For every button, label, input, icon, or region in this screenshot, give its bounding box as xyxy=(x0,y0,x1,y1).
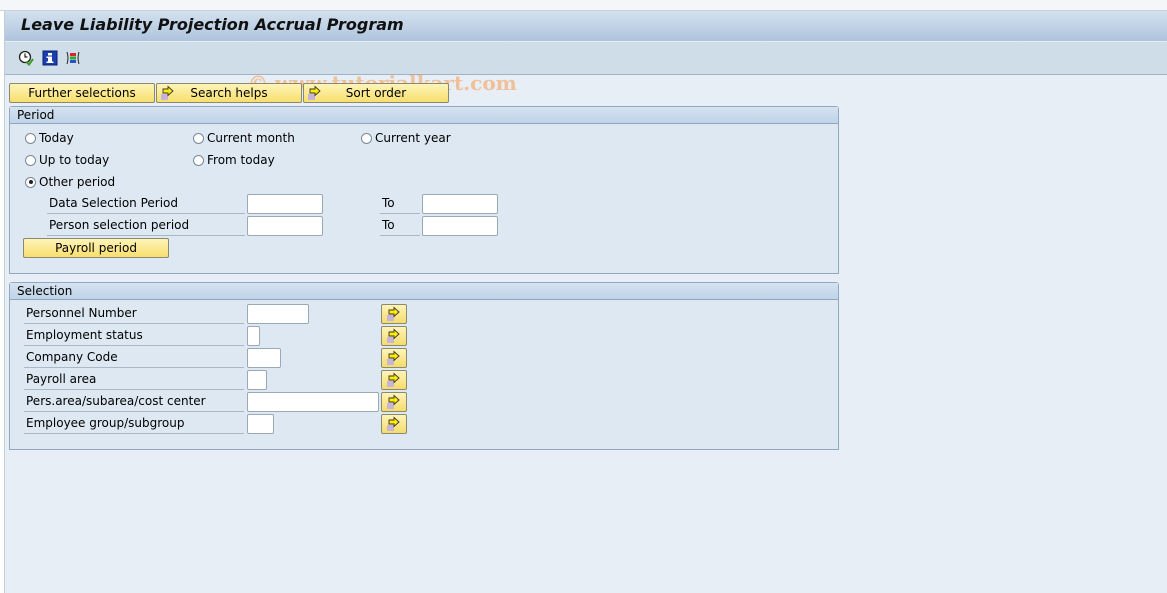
payroll-period-label: Payroll period xyxy=(55,241,137,255)
employee-group-label: Employee group/subgroup xyxy=(24,413,244,434)
person-selection-period-label: Person selection period xyxy=(47,215,245,236)
radio-label: Current year xyxy=(375,131,451,145)
variant-icon[interactable] xyxy=(65,50,81,66)
application-toolbar: © www.tutorialkart.com xyxy=(5,42,1167,95)
radio-button[interactable] xyxy=(193,132,204,144)
radio-today[interactable]: Today xyxy=(25,131,74,145)
personnel-number-multiple-selection-button[interactable] xyxy=(381,304,407,324)
pers-area-label: Pers.area/subarea/cost center xyxy=(24,391,244,412)
info-icon[interactable] xyxy=(42,50,58,66)
company-code-multiple-selection-button[interactable] xyxy=(381,348,407,368)
radio-label: From today xyxy=(207,153,275,167)
company-code-input[interactable] xyxy=(247,348,281,368)
search-helps-button[interactable]: Search helps xyxy=(156,83,302,103)
radio-from-today[interactable]: From today xyxy=(193,153,275,167)
person-selection-to-label: To xyxy=(380,215,420,236)
radio-button[interactable] xyxy=(193,154,204,166)
multiple-selection-arrow-icon xyxy=(387,328,400,343)
employment-status-multiple-selection-button[interactable] xyxy=(381,326,407,346)
radio-label: Current month xyxy=(207,131,295,145)
radio-label: Other period xyxy=(39,175,116,189)
pers-area-input[interactable] xyxy=(247,392,379,412)
multiple-selection-arrow-icon xyxy=(308,85,321,100)
period-group: Period Today Current month Current year … xyxy=(9,106,839,274)
employee-group-input[interactable] xyxy=(247,414,274,434)
person-selection-period-to-input[interactable] xyxy=(422,216,498,236)
personnel-number-label: Personnel Number xyxy=(24,303,244,324)
person-selection-period-from-input[interactable] xyxy=(247,216,323,236)
multiple-selection-arrow-icon xyxy=(387,394,400,409)
further-selections-label: Further selections xyxy=(28,86,136,100)
multiple-selection-arrow-icon xyxy=(161,85,174,100)
sort-order-label: Sort order xyxy=(345,86,407,100)
payroll-area-multiple-selection-button[interactable] xyxy=(381,370,407,390)
multiple-selection-arrow-icon xyxy=(387,416,400,431)
company-code-label: Company Code xyxy=(24,347,244,368)
data-selection-to-label: To xyxy=(380,193,420,214)
radio-label: Today xyxy=(39,131,74,145)
payroll-area-label: Payroll area xyxy=(24,369,244,390)
multiple-selection-arrow-icon xyxy=(387,306,400,321)
sort-order-button[interactable]: Sort order xyxy=(303,83,449,103)
employee-group-multiple-selection-button[interactable] xyxy=(381,414,407,434)
pers-area-multiple-selection-button[interactable] xyxy=(381,392,407,412)
radio-button[interactable] xyxy=(361,132,372,144)
search-helps-label: Search helps xyxy=(190,86,268,100)
personnel-number-input[interactable] xyxy=(247,304,309,324)
employment-status-label: Employment status xyxy=(24,325,244,346)
further-selections-button[interactable]: Further selections xyxy=(9,83,155,103)
radio-current-year[interactable]: Current year xyxy=(361,131,451,145)
page-title: Leave Liability Projection Accrual Progr… xyxy=(21,15,404,34)
data-selection-period-to-input[interactable] xyxy=(422,194,498,214)
sap-screen: Leave Liability Projection Accrual Progr… xyxy=(4,11,1167,593)
radio-other-period[interactable]: Other period xyxy=(25,175,115,189)
data-selection-period-from-input[interactable] xyxy=(247,194,323,214)
radio-up-to-today[interactable]: Up to today xyxy=(25,153,109,167)
execute-clock-icon[interactable] xyxy=(18,50,34,67)
radio-current-month[interactable]: Current month xyxy=(193,131,295,145)
radio-button-selected[interactable] xyxy=(25,176,36,188)
payroll-period-button[interactable]: Payroll period xyxy=(23,238,169,258)
title-bar: Leave Liability Projection Accrual Progr… xyxy=(5,11,1167,42)
employment-status-input[interactable] xyxy=(247,326,260,346)
window-top-strip xyxy=(0,0,1167,11)
selection-group: Selection Personnel Number Employment st… xyxy=(9,282,839,450)
multiple-selection-arrow-icon xyxy=(387,350,400,365)
period-group-title: Period xyxy=(10,107,838,124)
data-selection-period-label: Data Selection Period xyxy=(47,193,245,214)
multiple-selection-arrow-icon xyxy=(387,372,400,387)
radio-button[interactable] xyxy=(25,154,36,166)
radio-button[interactable] xyxy=(25,132,36,144)
radio-label: Up to today xyxy=(39,153,110,167)
payroll-area-input[interactable] xyxy=(247,370,267,390)
selection-group-title: Selection xyxy=(10,283,838,300)
